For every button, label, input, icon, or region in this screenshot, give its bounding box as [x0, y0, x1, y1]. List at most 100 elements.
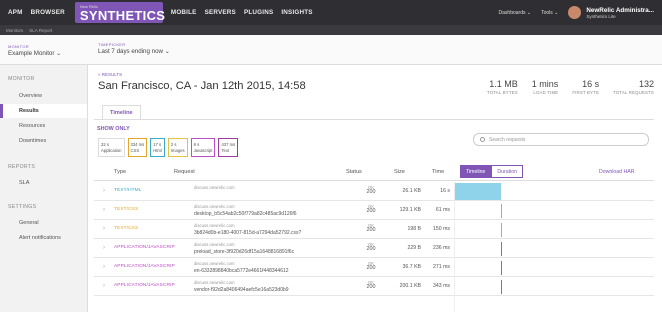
row-path: preload_store-3f920d26df15a1648816891f6c: [194, 249, 295, 255]
chevron-right-icon[interactable]: ›: [103, 207, 105, 213]
top-navigation: APM BROWSER New Relic SYNTHETICS MOBILE …: [0, 0, 662, 25]
row-path: desktop_b5c54ab2c50f779a82c485ac9d126f6: [194, 211, 297, 217]
nav-insights[interactable]: INSIGHTS: [281, 9, 312, 16]
user-avatar[interactable]: [568, 6, 582, 19]
nav-mobile[interactable]: MOBILE: [171, 9, 197, 16]
dashboards-menu[interactable]: Dashboards ⌄: [499, 10, 532, 16]
table-row[interactable]: › APPLICATION/JAVASCRIP discuss.newrelic…: [94, 277, 654, 296]
chip-label: CSS: [130, 147, 140, 153]
sidebar-item-sla[interactable]: SLA: [0, 176, 87, 190]
table-row[interactable]: › TEXT/CSS discuss.newrelic.com 3b824d0b…: [94, 220, 654, 239]
column-type[interactable]: Type: [114, 169, 126, 175]
time-picker-label: TIMEPICKER: [98, 42, 126, 47]
row-type: APPLICATION/JAVASCRIP: [114, 283, 175, 288]
column-request[interactable]: Request: [174, 169, 195, 175]
user-menu[interactable]: NewRelic Administra... Synthetics Lite: [586, 7, 654, 19]
table-row[interactable]: › TEXT/CSS discuss.newrelic.com desktop_…: [94, 201, 654, 220]
subnav-sla-report[interactable]: SLA Report: [29, 28, 52, 33]
row-time: 61 ms: [435, 207, 450, 213]
timeline-bar-html: [455, 183, 501, 200]
row-domain: discuss.newrelic.com: [194, 261, 235, 266]
chip-label: Html: [153, 147, 162, 153]
table-row[interactable]: › TEXT/HTML discuss.newrelic.com OK 200 2…: [94, 182, 654, 201]
chevron-right-icon[interactable]: ›: [103, 245, 105, 251]
row-status: OK 200: [364, 204, 378, 214]
view-toggle: Timeline Duration: [460, 165, 524, 178]
row-time: 150 ms: [432, 226, 450, 232]
monitor-picker-value: Example Monitor ⌄: [8, 50, 62, 57]
duration-view-button[interactable]: Duration: [491, 165, 524, 178]
table-header: Type Request Status Size Time Timeline D…: [94, 164, 654, 181]
sub-navigation: Monitors SLA Report: [0, 25, 662, 35]
monitor-picker[interactable]: MONITOR Example Monitor ⌄: [8, 44, 61, 57]
row-size: 26.1 KB: [402, 188, 421, 194]
row-path: vendor-f92d2a8406494aefc5e16a523d0b9: [194, 287, 289, 293]
sidebar-item-resources[interactable]: Resources: [0, 119, 87, 133]
table-row[interactable]: › APPLICATION/JAVASCRIP discuss.newrelic…: [94, 239, 654, 258]
status-code: 200: [366, 227, 376, 233]
subnav-monitors[interactable]: Monitors: [6, 28, 23, 33]
timeline-bar-css: [501, 204, 502, 218]
nav-plugins[interactable]: PLUGINS: [244, 9, 273, 16]
sidebar-item-alert-notifications[interactable]: Alert notifications: [0, 231, 87, 245]
row-domain: discuss.newrelic.com: [194, 185, 235, 190]
row-domain: discuss.newrelic.com: [194, 242, 235, 247]
timeline-view-button[interactable]: Timeline: [460, 165, 492, 178]
back-to-results-link[interactable]: « RESULTS: [98, 72, 122, 77]
tab-timeline[interactable]: Timeline: [102, 105, 141, 119]
timeline-column-divider: [454, 182, 455, 312]
stat-label: TOTAL BYTES: [487, 90, 518, 95]
filter-chip-html[interactable]: 17 s Html: [150, 138, 165, 157]
sidebar-item-downtimes[interactable]: Downtimes: [0, 134, 87, 148]
row-type: APPLICATION/JAVASCRIP: [114, 264, 175, 269]
row-type: TEXT/HTML: [114, 188, 142, 193]
sidebar-item-results[interactable]: Results: [0, 104, 87, 118]
monitor-picker-label: MONITOR: [8, 44, 29, 49]
row-size: 198 B: [407, 226, 421, 232]
row-status: OK 200: [364, 242, 378, 252]
row-type: TEXT/CSS: [114, 226, 139, 231]
status-code: 200: [366, 284, 376, 290]
filter-chip-application[interactable]: 32 s Application: [98, 138, 125, 157]
status-code: 200: [366, 246, 376, 252]
search-requests-input[interactable]: Search requests: [473, 133, 649, 146]
resource-type-filters: 32 s Application 334 ms CSS 17 s Html 2 …: [98, 138, 239, 157]
sidebar-item-general[interactable]: General: [0, 216, 87, 230]
chevron-right-icon[interactable]: ›: [103, 264, 105, 270]
filter-bar: MONITOR Example Monitor ⌄ TIMEPICKER Las…: [0, 35, 662, 65]
column-size[interactable]: Size: [394, 169, 405, 175]
download-har-link[interactable]: Download HAR: [599, 169, 634, 175]
sidebar-head-reports: REPORTS: [8, 164, 36, 170]
filter-chip-text[interactable]: 437 ms Text: [218, 138, 239, 157]
column-time[interactable]: Time: [432, 169, 444, 175]
row-domain: discuss.newrelic.com: [194, 280, 235, 285]
synthetics-brand[interactable]: New Relic SYNTHETICS: [74, 2, 165, 23]
time-picker[interactable]: TIMEPICKER Last 7 days ending now ⌄: [98, 42, 170, 55]
chevron-right-icon[interactable]: ›: [103, 226, 105, 232]
nav-browser[interactable]: BROWSER: [31, 9, 65, 16]
filter-chip-css[interactable]: 334 ms CSS: [127, 138, 148, 157]
filter-chip-javascript[interactable]: 6 s Javascript: [190, 138, 216, 157]
row-path: 3b824d0b-e180-4007-815d-a7294da52792.css…: [194, 230, 302, 236]
row-time: 16 s: [440, 188, 450, 194]
user-name: NewRelic Administra...: [586, 6, 654, 14]
stat-value: 1 mins: [531, 79, 559, 89]
stat-label: LOAD TIME: [533, 90, 559, 95]
nav-servers[interactable]: SERVERS: [205, 9, 236, 16]
sidebar-head-monitor: MONITOR: [8, 76, 35, 82]
row-path: en-6332898840bca5772e4661f448344612: [194, 268, 289, 274]
nav-apm[interactable]: APM: [8, 9, 23, 16]
filter-chip-images[interactable]: 2 s Images: [167, 138, 188, 157]
main-content: « RESULTS San Francisco, CA - Jan 12th 2…: [88, 65, 662, 312]
chevron-right-icon[interactable]: ›: [103, 188, 105, 194]
status-code: 200: [366, 189, 376, 195]
stat-label: TOTAL REQUESTS: [613, 90, 654, 95]
stat-value: 1.1 MB: [489, 79, 518, 89]
stat-total-bytes: 1.1 MB TOTAL BYTES: [487, 79, 518, 95]
table-row[interactable]: › APPLICATION/JAVASCRIP discuss.newrelic…: [94, 258, 654, 277]
row-status: OK 200: [364, 223, 378, 233]
chevron-right-icon[interactable]: ›: [103, 283, 105, 289]
sidebar-item-overview[interactable]: Overview: [0, 89, 87, 103]
column-status[interactable]: Status: [346, 169, 362, 175]
tools-menu[interactable]: Tools ⌄: [541, 10, 558, 16]
